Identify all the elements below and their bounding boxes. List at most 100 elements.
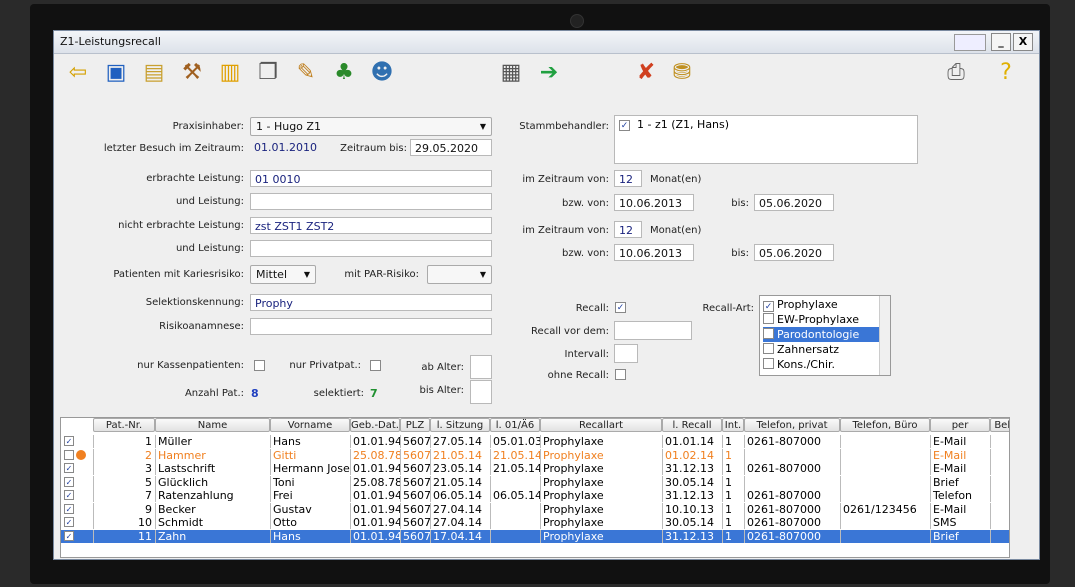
save-icon[interactable]: ▣ (102, 59, 130, 87)
recall-art-item[interactable]: EW-Prophylaxe (763, 312, 859, 327)
row-checkbox[interactable]: ✓ (64, 463, 74, 473)
selektiert-label: selektiert: (313, 388, 364, 399)
table-row[interactable]: ✓ 5GlücklichToni25.08.785607021.05.14 Prop… (61, 475, 1009, 489)
column-header[interactable]: Recallart (540, 418, 662, 432)
column-header[interactable]: Vorname (270, 418, 350, 432)
table-row[interactable]: ✓1MüllerHans01.01.945607027.05.1405.01.0… (61, 435, 1009, 448)
table-cell: Hermann Jose (270, 462, 350, 475)
nicht-erbrachte-field[interactable]: zst ZST1 ZST2 (250, 217, 492, 234)
table-row[interactable]: ✓ 10SchmidtOtto01.01.945607027.04.14 Proph… (61, 516, 1009, 529)
table-cell: E-Mail (930, 435, 990, 448)
zeitraum-bis-field[interactable]: 29.05.2020 (410, 139, 492, 156)
row-checkbox[interactable]: ✓ (64, 517, 74, 527)
column-header[interactable]: l. 01/Ä6 (490, 418, 540, 432)
column-header[interactable]: PLZ (400, 418, 430, 432)
bzw2-field[interactable]: 10.06.2013 (614, 244, 694, 261)
bis1-field[interactable]: 05.06.2020 (754, 194, 834, 211)
clipboard-icon[interactable]: ▥ (216, 59, 244, 87)
zeitraum1-field[interactable]: 12 (614, 170, 642, 187)
table-row[interactable]: ✓11ZahnHans01.01.945607017.04.14Prophyla… (61, 529, 1009, 543)
coins-icon[interactable]: ⛃ (668, 59, 696, 87)
letzter-besuch-von-field[interactable]: 01.01.2010 (250, 139, 330, 156)
intervall-field[interactable] (614, 344, 638, 363)
warning-icon (76, 449, 86, 460)
column-header[interactable]: l. Sitzung (430, 418, 490, 432)
table-cell: 1 (722, 448, 744, 462)
row-checkbox[interactable]: ✓ (64, 530, 74, 541)
table-cell: Prophylaxe (540, 448, 662, 462)
recall-art-scrollbar[interactable] (879, 296, 890, 375)
users-icon[interactable]: ☻ (368, 59, 396, 87)
copy-icon[interactable]: ❐ (254, 59, 282, 87)
risikoanamnese-field[interactable] (250, 318, 492, 335)
bis2-field[interactable]: 05.06.2020 (754, 244, 834, 261)
bis-alter-field[interactable] (470, 380, 492, 404)
row-checkbox[interactable] (64, 449, 74, 460)
praxisinhaber-select[interactable]: 1 - Hugo Z1 ▼ (250, 117, 492, 136)
table-cell: 06.05.14 (430, 489, 490, 502)
stammbehandler-checkbox[interactable]: ✓ (619, 120, 630, 131)
row-checkbox[interactable]: ✓ (64, 476, 74, 487)
table-cell: 06.05.14 (490, 489, 540, 502)
folders-icon[interactable]: ▤ (140, 59, 168, 87)
arrow-right-icon[interactable]: ➔ (535, 59, 563, 87)
kariesrisiko-select[interactable]: Mittel ▼ (250, 265, 316, 284)
table-cell: 0261/123456 (840, 502, 930, 516)
table-cell (840, 448, 930, 462)
und-leistung2-field[interactable] (250, 240, 492, 257)
column-header[interactable]: Name (155, 418, 270, 432)
zeitraum2-field[interactable]: 12 (614, 221, 642, 238)
row-checkbox[interactable]: ✓ (64, 490, 74, 500)
column-header[interactable]: l. Recall (662, 418, 722, 432)
hammer-icon[interactable]: ⚒ (178, 59, 206, 87)
column-header[interactable]: Geb.-Dat. (350, 418, 400, 432)
kassen-checkbox[interactable] (254, 360, 265, 371)
table-row[interactable]: 2HammerGitti25.08.785607021.05.1421.05.1… (61, 448, 1009, 462)
erbrachte-field[interactable]: 01 0010 (250, 170, 492, 187)
column-header[interactable]: Int. (722, 418, 744, 432)
und-leistung-field[interactable] (250, 193, 492, 210)
ohne-recall-checkbox[interactable] (615, 369, 626, 380)
edit-icon[interactable]: ✎ (292, 59, 320, 87)
recall-art-list[interactable]: ✓ Prophylaxe EW-Prophylaxe Parodontologie… (759, 295, 891, 376)
nicht-erbrachte-label: nicht erbrachte Leistung: (118, 220, 244, 231)
column-header[interactable]: per (930, 418, 990, 432)
ab-alter-field[interactable] (470, 355, 492, 379)
bzw1-field[interactable]: 10.06.2013 (614, 194, 694, 211)
cancel-icon[interactable]: ✘ (632, 59, 660, 87)
column-header[interactable]: Telefon, Büro (840, 418, 930, 432)
minimize-button[interactable]: _ (991, 33, 1011, 51)
help-icon[interactable]: ? (992, 59, 1020, 87)
recall-checkbox[interactable]: ✓ (615, 302, 626, 313)
printer-icon[interactable]: ⎙ (942, 59, 970, 87)
table-cell (490, 502, 540, 516)
bis-alter-label: bis Alter: (419, 385, 464, 396)
table-cell: 01.01.94 (350, 529, 400, 543)
recall-art-item[interactable]: ✓ Prophylaxe (763, 297, 838, 312)
privat-checkbox[interactable] (370, 360, 381, 371)
recall-vor-field[interactable] (614, 321, 692, 340)
keyboard-icon[interactable] (954, 34, 986, 51)
table-row[interactable]: ✓ 3LastschriftHermann Jose01.01.945607023… (61, 462, 1009, 475)
tree-icon[interactable]: ♣ (330, 59, 358, 87)
close-button[interactable]: X (1013, 33, 1033, 51)
row-checkbox[interactable]: ✓ (64, 436, 74, 446)
recall-label: Recall: (575, 303, 609, 314)
column-header[interactable]: Beh (990, 418, 1009, 432)
print-preview-icon[interactable]: ▦ (497, 59, 525, 87)
row-checkbox[interactable]: ✓ (64, 503, 74, 514)
recall-art-item[interactable]: Parodontologie (763, 327, 881, 342)
recall-art-item[interactable]: Zahnersatz (763, 342, 839, 357)
selektion-field[interactable]: Prophy (250, 294, 492, 311)
table-cell: 9 (93, 502, 155, 516)
par-risiko-select[interactable]: ▼ (427, 265, 492, 284)
table-cell: 3 (93, 462, 155, 475)
column-header[interactable]: Telefon, privat (744, 418, 840, 432)
table-cell: 01.01.14 (662, 435, 722, 448)
table-row[interactable]: ✓7RatenzahlungFrei01.01.945607006.05.140… (61, 489, 1009, 502)
table-row[interactable]: ✓ 9BeckerGustav01.01.945607027.04.14 Proph… (61, 502, 1009, 516)
stammbehandler-list[interactable]: ✓ 1 - z1 (Z1, Hans) (614, 115, 918, 164)
column-header[interactable]: Pat.-Nr. (93, 418, 155, 432)
recall-art-item[interactable]: Kons./Chir. (763, 357, 835, 372)
exit-door-icon[interactable]: ⇦ (64, 59, 92, 87)
